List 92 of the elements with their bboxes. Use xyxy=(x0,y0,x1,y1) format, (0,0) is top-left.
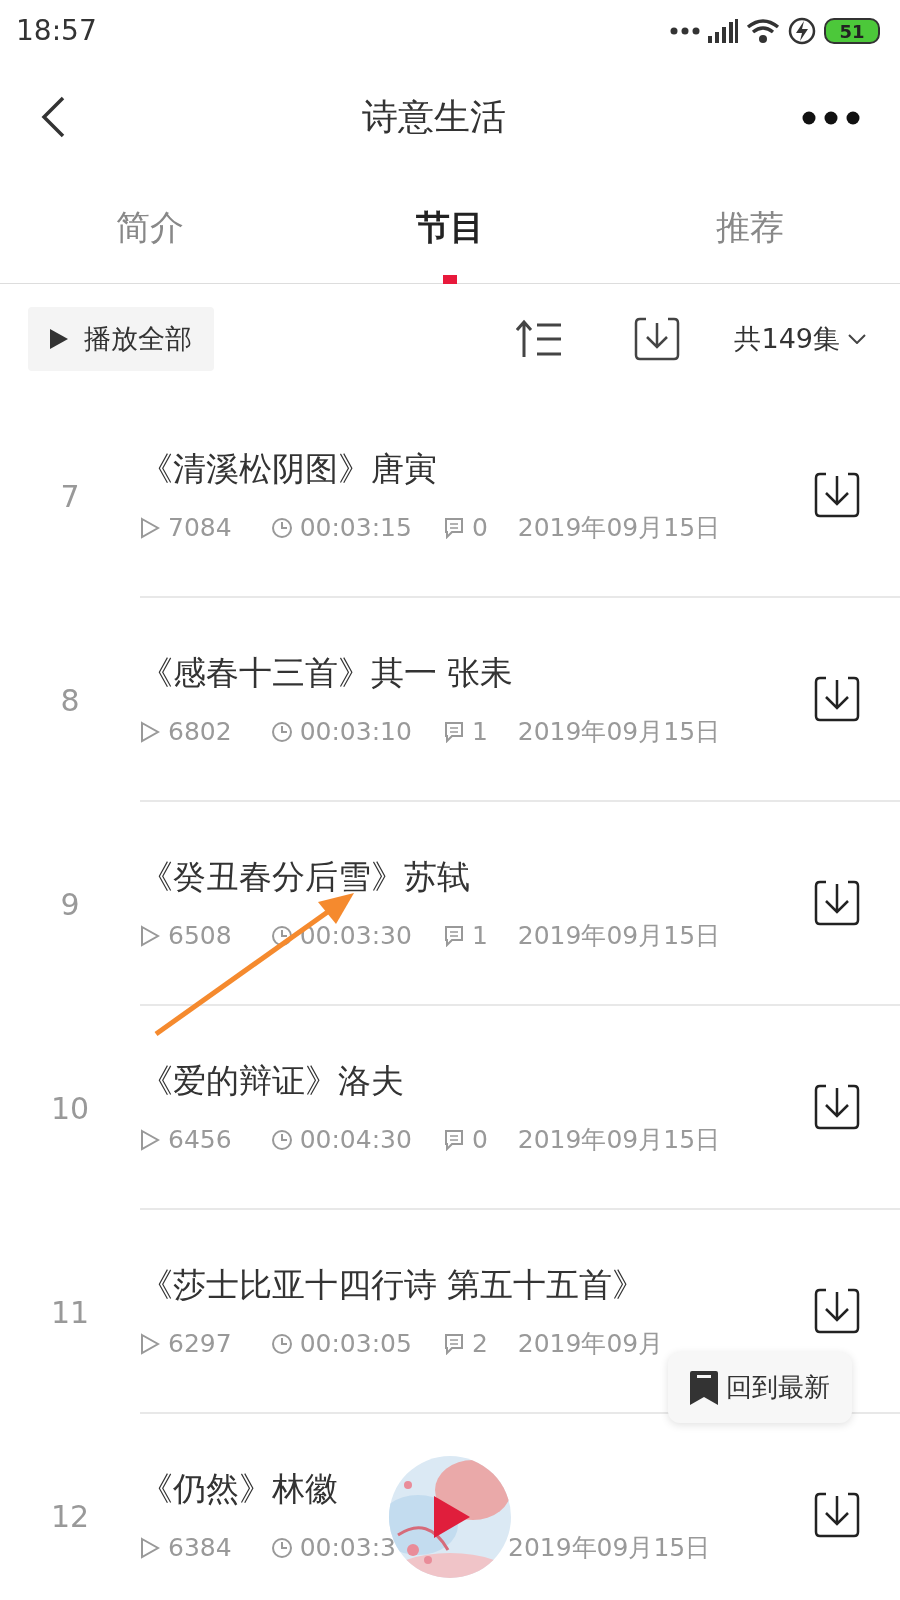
tab[interactable]: 简介 xyxy=(0,172,300,283)
episode-number: 10 xyxy=(49,1089,91,1128)
more-icon xyxy=(802,110,860,125)
publish-date: 2019年09月 xyxy=(517,1328,664,1360)
episode-title: 《癸丑春分后雪》苏轼 xyxy=(140,855,471,898)
comment-count: 2 xyxy=(471,1328,488,1360)
episode-title: 《清溪松阴图》唐寅 xyxy=(140,447,438,490)
tab[interactable]: 推荐 xyxy=(600,172,900,283)
download-button[interactable] xyxy=(814,1492,860,1538)
duration: 00:04:30 xyxy=(299,1124,412,1156)
sort-button[interactable] xyxy=(516,319,563,359)
duration: 00:03:3 xyxy=(299,1532,396,1564)
status-time: 18:57 xyxy=(16,13,97,49)
play-count-icon xyxy=(140,1128,160,1151)
download-icon xyxy=(814,1492,860,1538)
play-count: 6297 xyxy=(168,1328,232,1360)
episode-title: 《爱的辩证》洛夫 xyxy=(140,1059,405,1102)
publish-date: 2019年09月15日 xyxy=(517,920,721,952)
comment-icon xyxy=(443,924,464,947)
duration: 00:03:30 xyxy=(299,920,412,952)
play-count: 6802 xyxy=(168,716,232,748)
download-icon xyxy=(814,676,860,722)
download-all-button[interactable] xyxy=(634,317,681,361)
play-icon xyxy=(432,1494,472,1540)
publish-date: 2019年09月15日 xyxy=(517,512,721,544)
sort-icon xyxy=(516,319,563,359)
bookmark-icon xyxy=(690,1370,718,1405)
chevron-down-icon xyxy=(848,334,866,344)
download-icon xyxy=(814,880,860,926)
back-to-latest-button[interactable]: 回到最新 xyxy=(668,1352,852,1423)
play-count-icon xyxy=(140,1536,160,1559)
download-button[interactable] xyxy=(814,676,860,722)
play-count-icon xyxy=(140,1332,160,1355)
episode-number: 7 xyxy=(59,477,81,516)
comment-count: 1 xyxy=(471,716,488,748)
episode-number: 11 xyxy=(49,1293,91,1332)
episode-title: 《感春十三首》其一 张耒 xyxy=(140,651,515,694)
play-button[interactable] xyxy=(432,1494,472,1540)
play-count-icon xyxy=(140,720,160,743)
clock-icon xyxy=(271,924,292,947)
signal-icon xyxy=(708,19,738,43)
comment-icon xyxy=(443,720,464,743)
clock-icon xyxy=(271,1536,292,1559)
play-icon xyxy=(50,329,68,349)
play-count: 7084 xyxy=(168,512,232,544)
wifi-icon xyxy=(746,18,780,44)
publish-date: 2019年09月15日 xyxy=(517,1124,721,1156)
episode-title: 《莎士比亚十四行诗 第五十五首》 xyxy=(140,1263,647,1306)
episode-number: 8 xyxy=(59,681,81,720)
episode-number: 12 xyxy=(49,1497,91,1536)
episode-count-dropdown[interactable]: 共149集 xyxy=(728,317,872,361)
episode-number: 9 xyxy=(59,885,81,924)
episode-row[interactable]: 10 《爱的辩证》洛夫 6456 00:04:30 0 2019年09月15日 xyxy=(0,1006,900,1210)
publish-date: 2019年09月15日 xyxy=(517,716,721,748)
duration: 00:03:10 xyxy=(299,716,412,748)
more-dots-icon xyxy=(670,26,700,36)
duration: 00:03:15 xyxy=(299,512,412,544)
back-button[interactable] xyxy=(40,95,66,139)
comment-icon xyxy=(443,1128,464,1151)
download-icon xyxy=(634,317,681,361)
play-count-icon xyxy=(140,924,160,947)
comment-count: 0 xyxy=(471,1124,488,1156)
publish-date: 2019年09月15日 xyxy=(508,1532,711,1564)
download-button[interactable] xyxy=(814,472,860,518)
comment-icon xyxy=(443,1332,464,1355)
tab[interactable]: 节目 xyxy=(300,172,600,283)
duration: 00:03:05 xyxy=(299,1328,412,1360)
play-count: 6456 xyxy=(168,1124,232,1156)
charging-icon xyxy=(788,17,816,45)
download-button[interactable] xyxy=(814,1288,860,1334)
download-button[interactable] xyxy=(814,1084,860,1130)
clock-icon xyxy=(271,1128,292,1151)
episode-row[interactable]: 8 《感春十三首》其一 张耒 6802 00:03:10 1 2019年09月15日 xyxy=(0,598,900,802)
download-icon xyxy=(814,1084,860,1130)
back-icon xyxy=(40,95,66,139)
page-title: 诗意生活 xyxy=(362,95,506,139)
download-icon xyxy=(814,472,860,518)
download-icon xyxy=(814,1288,860,1334)
battery-indicator: 51 xyxy=(824,18,880,44)
clock-icon xyxy=(271,1332,292,1355)
play-count: 6384 xyxy=(168,1532,232,1564)
play-all-button[interactable]: 播放全部 xyxy=(28,306,214,372)
comment-count: 0 xyxy=(471,512,488,544)
comment-count: 1 xyxy=(471,920,488,952)
download-button[interactable] xyxy=(814,880,860,926)
episode-title: 《仍然》林徽 xyxy=(140,1467,339,1510)
clock-icon xyxy=(271,720,292,743)
clock-icon xyxy=(271,516,292,539)
play-count-icon xyxy=(140,516,160,539)
play-count: 6508 xyxy=(168,920,232,952)
episode-row[interactable]: 7 《清溪松阴图》唐寅 7084 00:03:15 0 2019年09月15日 xyxy=(0,394,900,598)
comment-icon xyxy=(443,516,464,539)
